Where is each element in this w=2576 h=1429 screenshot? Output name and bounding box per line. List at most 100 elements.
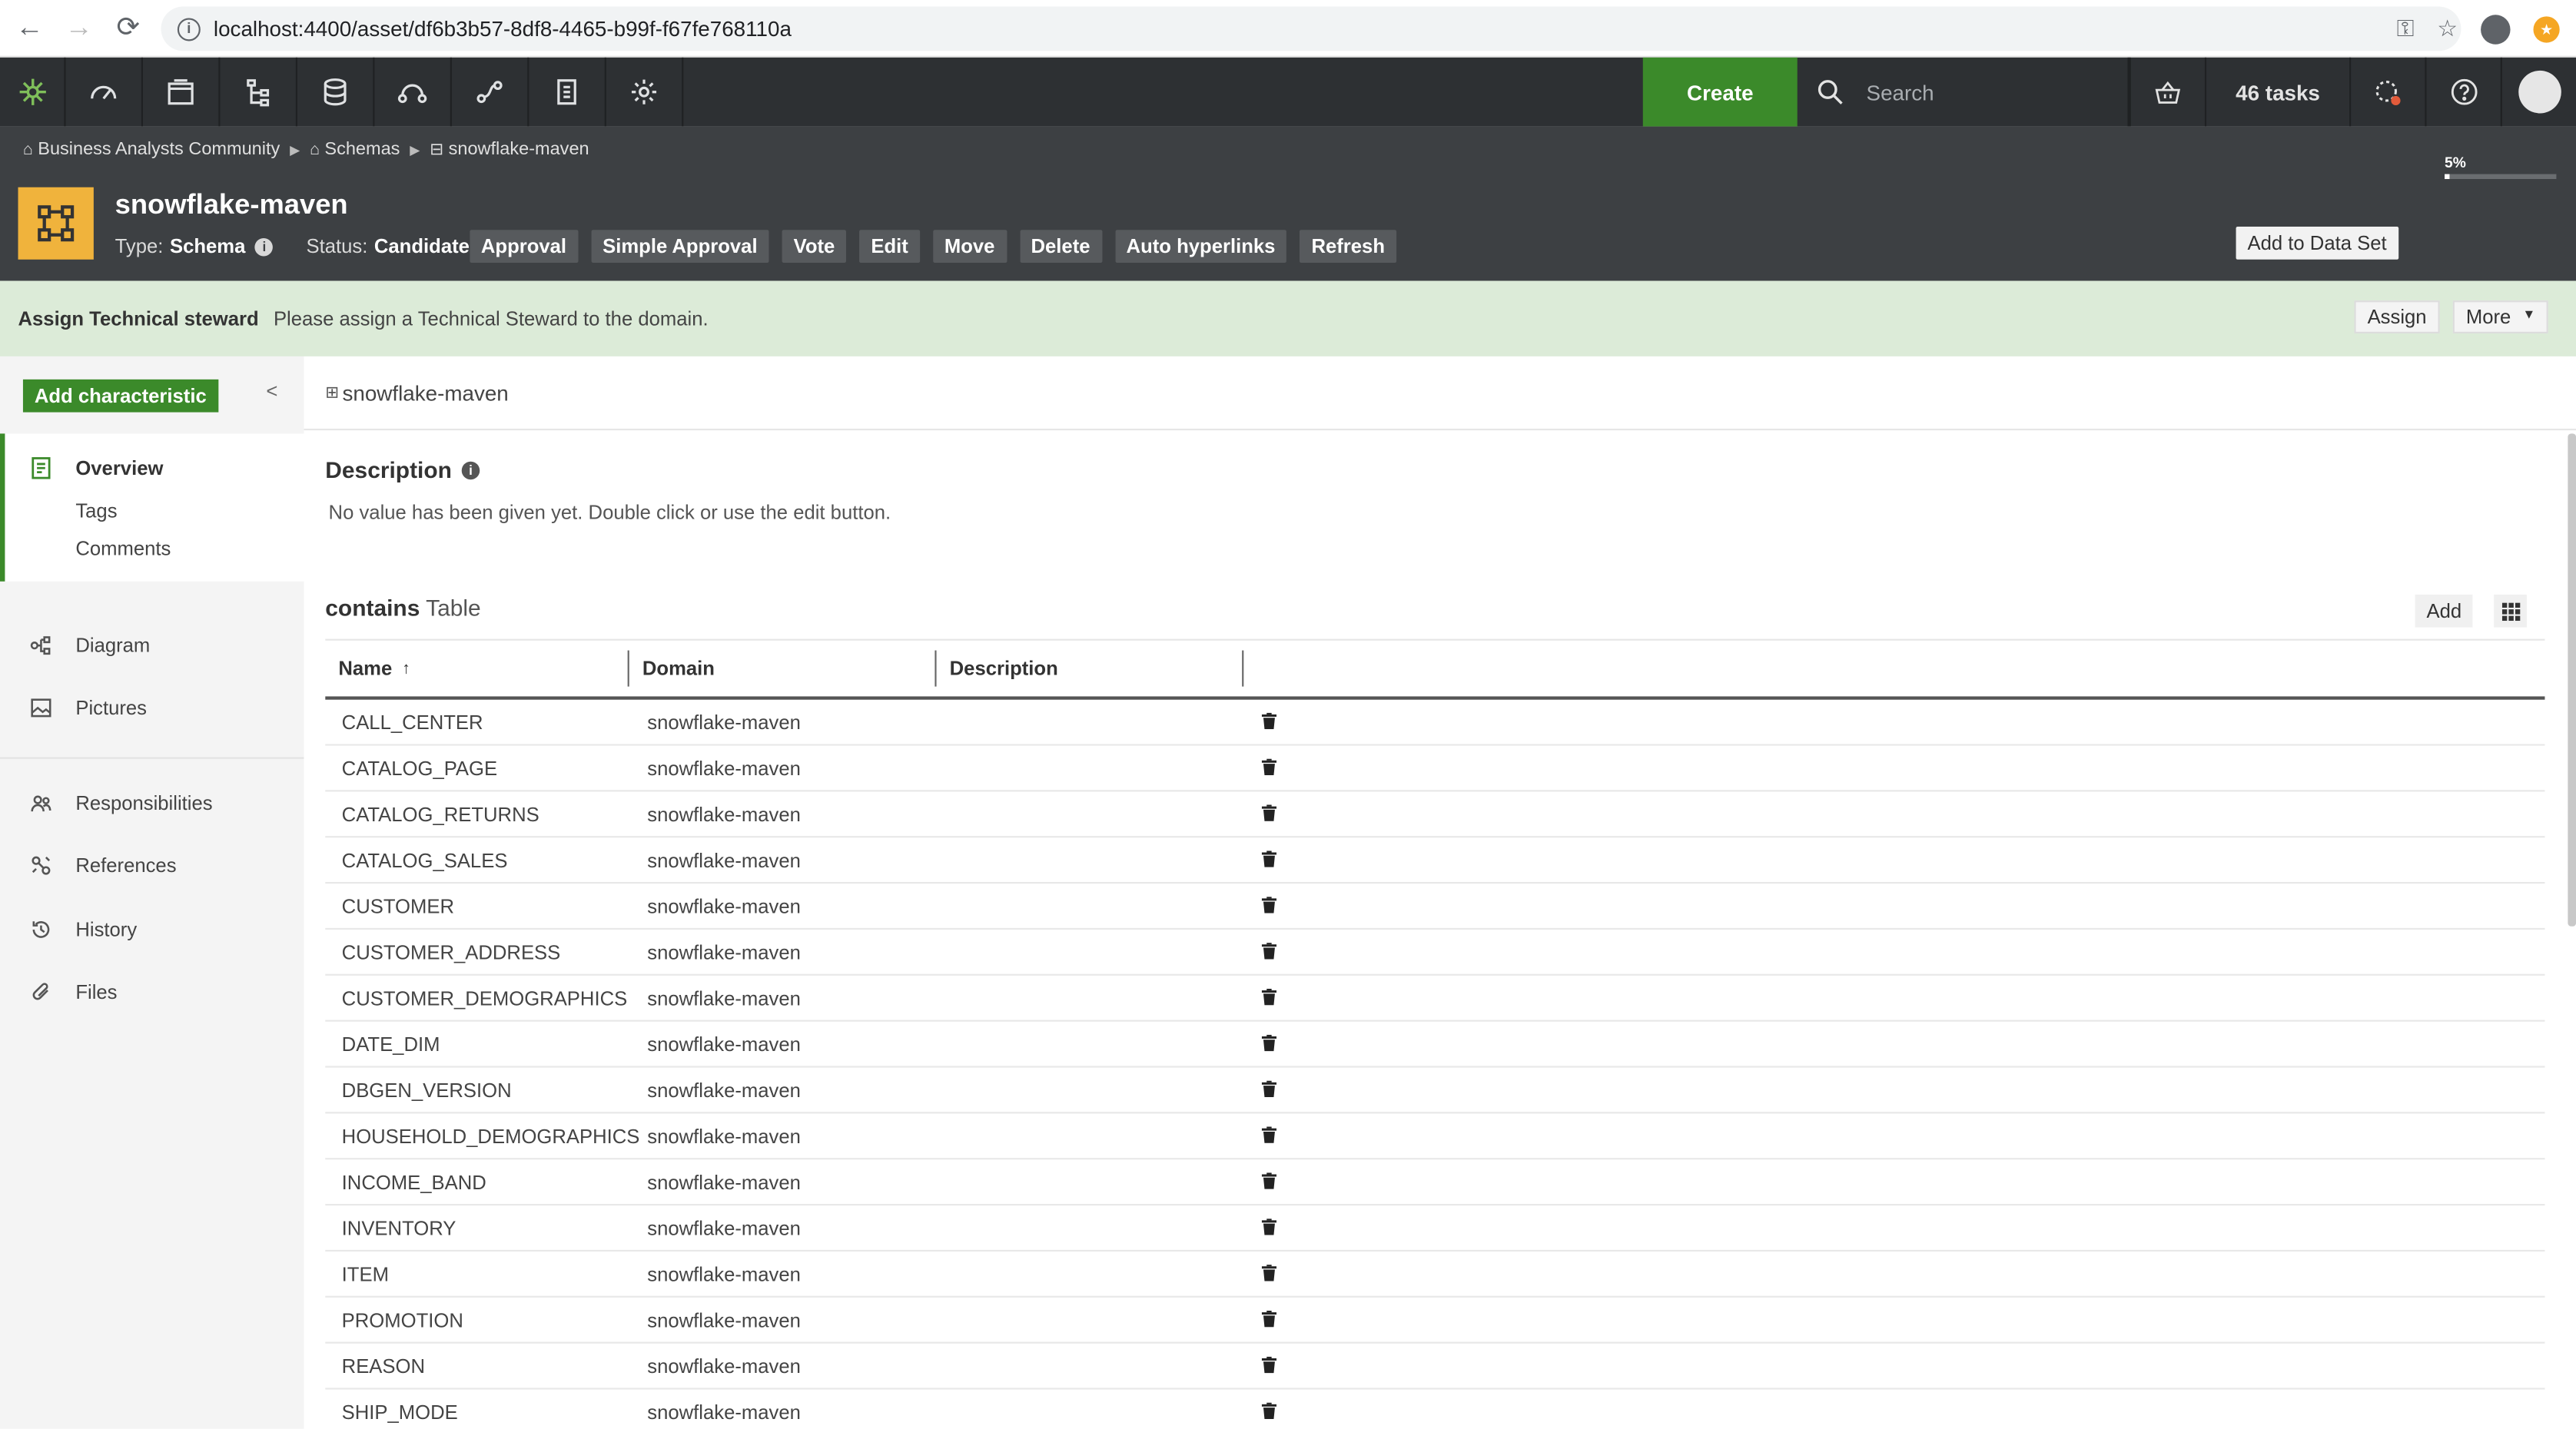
table-cell-domain[interactable]: snowflake-maven [632,894,940,917]
collapse-sidebar-icon[interactable]: < [266,380,277,403]
table-cell-domain[interactable]: snowflake-maven [632,1400,940,1423]
auto-hyperlinks-button[interactable]: Auto hyperlinks [1114,230,1287,264]
table-cell-domain[interactable]: snowflake-maven [632,1170,940,1193]
table-row[interactable]: INCOME_BAND snowflake-maven [325,1159,2545,1206]
key-icon[interactable]: ⚿ [2397,15,2415,42]
table-cell-name[interactable]: CATALOG_RETURNS [325,802,632,825]
table-cell-domain[interactable]: snowflake-maven [632,1354,940,1378]
table-cell-domain[interactable]: snowflake-maven [632,1033,940,1056]
basket-icon[interactable] [2129,57,2205,127]
trash-icon[interactable] [1247,848,1277,871]
table-cell-name[interactable]: INVENTORY [325,1216,632,1239]
more-button[interactable]: More ▼ [2452,300,2549,333]
table-row[interactable]: DATE_DIM snowflake-maven [325,1022,2545,1068]
table-row[interactable]: CUSTOMER_DEMOGRAPHICS snowflake-maven [325,976,2545,1022]
table-row[interactable]: CATALOG_SALES snowflake-maven [325,837,2545,884]
sidebar-item-tags[interactable]: Tags [75,499,117,522]
table-row[interactable]: ITEM snowflake-maven [325,1252,2545,1298]
table-cell-name[interactable]: DBGEN_VERSION [325,1078,632,1101]
table-cell-name[interactable]: SHIP_MODE [325,1400,632,1423]
table-cell-name[interactable]: CATALOG_SALES [325,848,632,871]
trash-icon[interactable] [1247,802,1277,825]
trash-icon[interactable] [1247,1170,1277,1193]
lineage-icon[interactable] [452,57,529,127]
grid-options-icon[interactable] [2494,594,2527,628]
table-cell-domain[interactable]: snowflake-maven [632,1262,940,1285]
notifications-icon[interactable] [2349,57,2425,127]
app-logo-icon[interactable] [0,57,66,127]
site-info-icon[interactable]: i [177,17,201,41]
description-value[interactable]: No value has been given yet. Double clic… [329,501,891,524]
move-button[interactable]: Move [932,230,1007,264]
back-icon[interactable]: ← [5,3,54,52]
hierarchy-icon[interactable] [220,57,297,127]
table-cell-name[interactable]: CUSTOMER [325,894,632,917]
create-button[interactable]: Create [1642,57,1798,127]
type-info-icon[interactable]: i [255,237,274,256]
sidebar-item-references[interactable]: References [75,854,176,877]
table-cell-domain[interactable]: snowflake-maven [632,711,940,734]
tasks-button[interactable]: 46 tasks [2204,57,2349,127]
reload-icon[interactable]: ⟳ [104,3,153,52]
edit-button[interactable]: Edit [859,230,920,264]
trash-icon[interactable] [1247,1078,1277,1101]
table-cell-domain[interactable]: snowflake-maven [632,1308,940,1331]
trash-icon[interactable] [1247,1124,1277,1147]
table-row[interactable]: CALL_CENTER snowflake-maven [325,700,2545,746]
table-row[interactable]: CUSTOMER snowflake-maven [325,884,2545,930]
simple-approval-button[interactable]: Simple Approval [591,230,769,264]
reports-icon[interactable] [529,57,606,127]
table-cell-name[interactable]: ITEM [325,1262,632,1285]
trash-icon[interactable] [1247,1033,1277,1056]
table-cell-domain[interactable]: snowflake-maven [632,986,940,1010]
sidebar-item-comments[interactable]: Comments [75,537,171,560]
column-header-name[interactable]: Name ↑ [325,650,629,687]
vote-button[interactable]: Vote [782,230,847,264]
sidebar-item-pictures[interactable]: Pictures [75,696,147,719]
table-row[interactable]: PROMOTION snowflake-maven [325,1298,2545,1344]
address-bar[interactable]: i localhost:4400/asset/df6b3b57-8df8-446… [161,6,2461,51]
table-cell-domain[interactable]: snowflake-maven [632,1124,940,1147]
table-cell-name[interactable]: CATALOG_PAGE [325,756,632,779]
dashboard-icon[interactable] [66,57,143,127]
help-icon[interactable] [2425,57,2500,127]
sidebar-item-files[interactable]: Files [75,980,117,1003]
settings-icon[interactable] [606,57,684,127]
breadcrumb-schemas[interactable]: Schemas [324,140,400,160]
description-info-icon[interactable]: i [461,460,480,479]
approval-button[interactable]: Approval [469,230,579,264]
scrollbar[interactable] [2568,433,2576,927]
sidebar-item-diagram[interactable]: Diagram [75,634,150,657]
table-cell-name[interactable]: HOUSEHOLD_DEMOGRAPHICS [325,1124,640,1147]
trash-icon[interactable] [1247,894,1277,917]
table-cell-domain[interactable]: snowflake-maven [632,756,940,779]
trash-icon[interactable] [1247,1400,1277,1423]
extension-icon[interactable]: ★ [2533,15,2560,42]
sidebar-item-history[interactable]: History [75,918,137,941]
delete-button[interactable]: Delete [1019,230,1102,264]
trash-icon[interactable] [1247,711,1277,734]
table-row[interactable]: CATALOG_RETURNS snowflake-maven [325,791,2545,838]
column-header-description[interactable]: Description [937,650,1244,687]
search-box[interactable] [1798,57,2130,127]
trash-icon[interactable] [1247,940,1277,963]
table-row[interactable]: DBGEN_VERSION snowflake-maven [325,1068,2545,1114]
table-cell-name[interactable]: CUSTOMER_DEMOGRAPHICS [325,986,632,1010]
table-row[interactable]: INVENTORY snowflake-maven [325,1205,2545,1252]
table-row[interactable]: SHIP_MODE snowflake-maven [325,1390,2544,1429]
table-cell-name[interactable]: INCOME_BAND [325,1170,632,1193]
sidebar-item-overview[interactable]: Overview [75,456,163,479]
star-icon[interactable]: ☆ [2437,15,2458,42]
table-row[interactable]: CATALOG_PAGE snowflake-maven [325,746,2545,792]
browser-profile-icon[interactable] [2481,14,2511,44]
table-row[interactable]: REASON snowflake-maven [325,1344,2545,1390]
table-cell-name[interactable]: DATE_DIM [325,1033,632,1056]
add-to-data-set-button[interactable]: Add to Data Set [2236,227,2398,260]
trash-icon[interactable] [1247,1308,1277,1331]
trash-icon[interactable] [1247,1216,1277,1239]
table-cell-name[interactable]: REASON [325,1354,632,1378]
refresh-button[interactable]: Refresh [1300,230,1396,264]
column-header-domain[interactable]: Domain [629,650,937,687]
table-cell-domain[interactable]: snowflake-maven [632,848,940,871]
table-cell-name[interactable]: CUSTOMER_ADDRESS [325,940,632,963]
